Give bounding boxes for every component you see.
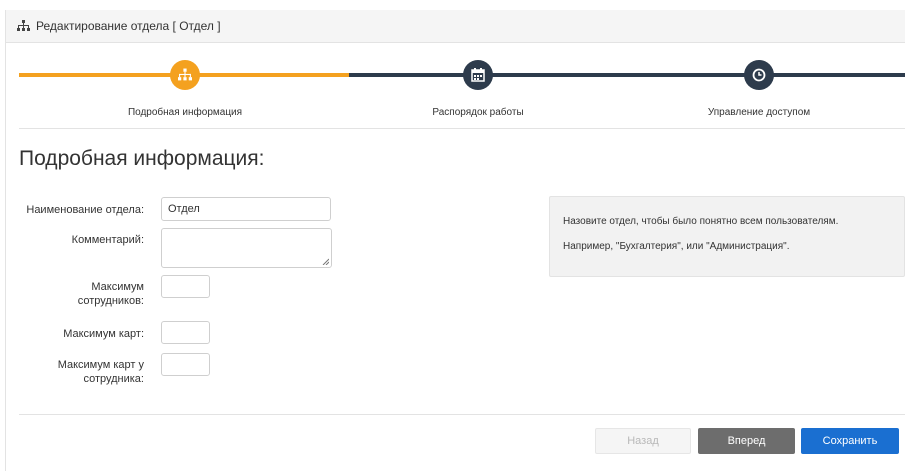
divider bbox=[19, 128, 905, 129]
calendar-icon bbox=[471, 68, 485, 82]
save-button[interactable]: Сохранить bbox=[801, 428, 899, 454]
max-cards-per-employee-input[interactable] bbox=[161, 353, 210, 376]
max-employees-label: Максимум сотрудников: bbox=[14, 280, 144, 308]
wizard-progress-pending bbox=[349, 73, 905, 77]
hint-box: Назовите отдел, чтобы было понятно всем … bbox=[549, 196, 905, 277]
max-cards-input[interactable] bbox=[161, 321, 210, 344]
max-cards-per-employee-label-line2: сотрудника: bbox=[83, 373, 144, 385]
sitemap-icon bbox=[178, 68, 192, 81]
wizard-step-access[interactable] bbox=[744, 60, 774, 90]
max-employees-input[interactable] bbox=[161, 275, 210, 298]
section-title: Подробная информация: bbox=[19, 147, 265, 170]
resize-handle-icon[interactable] bbox=[322, 258, 329, 265]
hint-line-1: Назовите отдел, чтобы было понятно всем … bbox=[563, 216, 839, 227]
wizard-step-details[interactable] bbox=[170, 60, 200, 90]
wizard-step-access-label: Управление доступом bbox=[707, 107, 811, 118]
comment-label: Комментарий: bbox=[71, 234, 144, 246]
max-cards-label: Максимум карт: bbox=[63, 328, 144, 340]
next-button[interactable]: Вперед bbox=[698, 428, 795, 454]
clock-icon bbox=[752, 68, 766, 82]
wizard-step-schedule-label: Распорядок работы bbox=[432, 107, 524, 118]
max-cards-per-employee-label: Максимум карт у сотрудника: bbox=[14, 358, 144, 386]
back-button[interactable]: Назад bbox=[595, 428, 691, 454]
panel-header: Редактирование отдела [ Отдел ] bbox=[6, 10, 905, 43]
sitemap-icon bbox=[17, 20, 30, 31]
footer-divider bbox=[19, 414, 905, 415]
hint-line-2: Например, "Бухгалтерия", или "Администра… bbox=[563, 241, 790, 252]
panel-title: Редактирование отдела [ Отдел ] bbox=[36, 19, 221, 33]
comment-textarea[interactable] bbox=[161, 228, 332, 268]
wizard-step-schedule[interactable] bbox=[463, 60, 493, 90]
max-cards-per-employee-label-line1: Максимум карт у bbox=[57, 359, 144, 371]
department-name-label: Наименование отдела: bbox=[26, 204, 144, 216]
department-name-input[interactable] bbox=[161, 197, 331, 221]
max-employees-label-line2: сотрудников: bbox=[77, 295, 144, 307]
max-employees-label-line1: Максимум bbox=[91, 281, 144, 293]
wizard-step-details-label: Подробная информация bbox=[127, 107, 243, 118]
